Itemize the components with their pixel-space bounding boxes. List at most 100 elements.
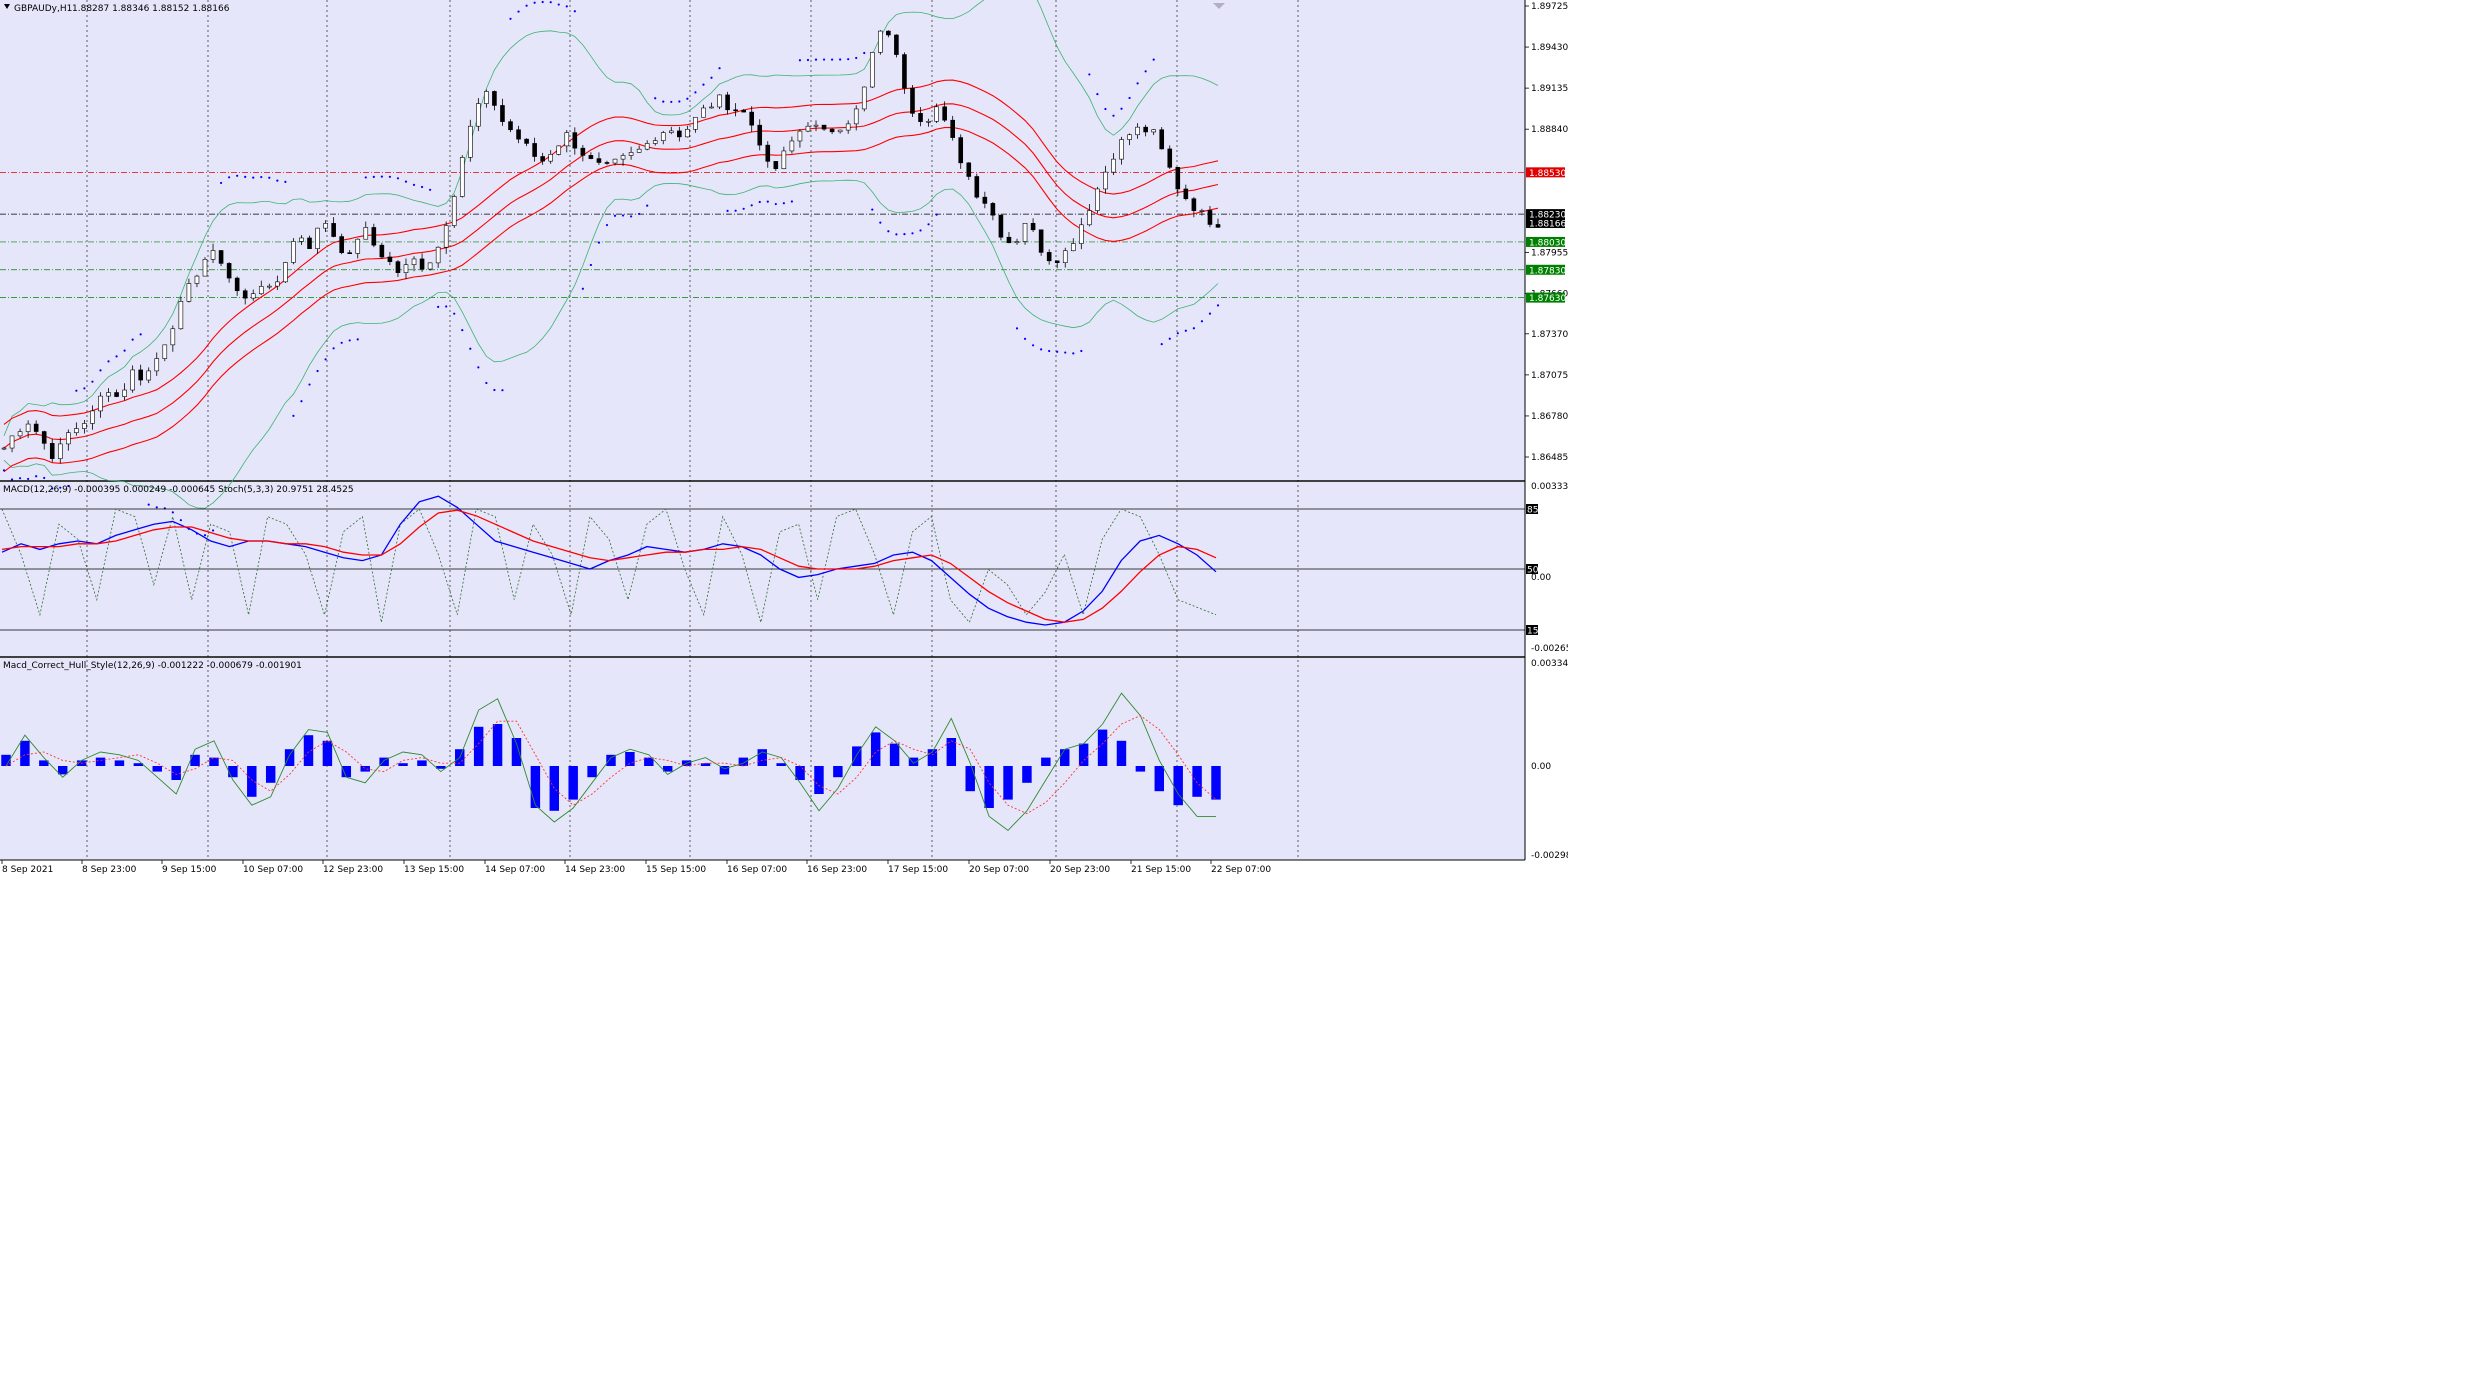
hull-histogram-bar xyxy=(1097,729,1108,766)
sar-dot xyxy=(1168,337,1171,340)
sar-dot xyxy=(750,204,753,207)
candle-body xyxy=(1183,188,1189,200)
candle-body xyxy=(49,443,55,459)
sar-dot xyxy=(2,469,6,472)
sar-dot xyxy=(1015,327,1019,330)
candle-body xyxy=(668,130,674,133)
sar-dot xyxy=(766,200,769,203)
sar-dot xyxy=(517,10,520,13)
hull-histogram-bar xyxy=(95,757,106,766)
sar-dot xyxy=(573,10,576,13)
hull-histogram-bar xyxy=(511,738,522,766)
candle-body xyxy=(725,94,730,111)
candle-body xyxy=(1046,252,1052,262)
sar-dot xyxy=(219,181,223,185)
sar-dot xyxy=(790,200,793,203)
candle-body xyxy=(395,261,401,273)
sar-dot xyxy=(911,232,914,235)
hull-histogram-bar xyxy=(965,766,975,792)
candle-body xyxy=(894,34,899,55)
candle-body xyxy=(355,238,361,254)
candle-body xyxy=(1087,210,1092,226)
sar-dot xyxy=(1216,304,1220,307)
time-tick-label: 14 Sep 23:00 xyxy=(565,865,625,875)
sar-dot xyxy=(678,100,681,103)
sar-dot xyxy=(1056,350,1059,353)
candle-body xyxy=(596,158,602,163)
candle-body xyxy=(1127,134,1132,140)
candle-body xyxy=(347,252,353,254)
sar-dot xyxy=(798,59,802,62)
candle-body xyxy=(580,147,586,156)
hull-histogram-bar xyxy=(20,740,30,766)
sar-dot xyxy=(557,3,560,6)
sar-dot xyxy=(1023,337,1027,340)
candle-body xyxy=(910,87,915,114)
candle-body xyxy=(387,256,393,262)
candle-body xyxy=(459,157,465,197)
hull-histogram-bar xyxy=(284,749,295,766)
sar-dot xyxy=(437,305,440,308)
hull-histogram-bar xyxy=(473,726,484,766)
candle-body xyxy=(918,113,923,122)
trading-chart[interactable]: 1.89725 1.89430 1.89135 1.88840 1.87955 1.876… xyxy=(0,0,1568,875)
candle-body xyxy=(234,277,240,292)
candle-body xyxy=(950,119,955,138)
sar-dot xyxy=(469,347,472,350)
hull-histogram-bar xyxy=(776,763,786,766)
sar-dot xyxy=(782,202,785,205)
sar-dot xyxy=(364,176,367,179)
candle-body xyxy=(242,290,248,299)
sar-dot xyxy=(268,176,271,179)
candle-body xyxy=(709,106,714,109)
candle-body xyxy=(853,108,859,125)
candle-body xyxy=(757,124,763,146)
hull-histogram-bar xyxy=(946,738,957,766)
candle-body xyxy=(90,410,95,424)
candle-body xyxy=(363,227,369,240)
candle-body xyxy=(733,109,738,112)
sar-dot xyxy=(686,97,689,100)
sar-dot xyxy=(340,341,343,344)
candle-body xyxy=(1207,210,1213,225)
sar-dot xyxy=(284,180,287,184)
sar-dot xyxy=(1104,107,1107,111)
candle-body xyxy=(693,116,698,130)
sar-dot xyxy=(43,476,46,480)
symbol-label: GBPAUDy,H1 xyxy=(14,4,72,14)
sar-dot xyxy=(1160,343,1163,346)
candle-body xyxy=(1095,188,1100,211)
sar-dot xyxy=(252,176,255,179)
candle-body xyxy=(773,161,779,170)
sar-dot xyxy=(300,400,303,403)
sar-dot xyxy=(822,58,826,61)
candle-body xyxy=(443,225,449,248)
candle-body xyxy=(749,111,754,126)
hull-histogram-bar xyxy=(568,766,578,800)
sar-dot xyxy=(107,360,110,363)
hull-histogram-bar xyxy=(1173,766,1183,806)
candle-body xyxy=(146,370,152,381)
candle-body xyxy=(114,392,119,397)
time-tick-label: 16 Sep 23:00 xyxy=(807,865,867,875)
candle-body xyxy=(1079,224,1084,244)
candle-body xyxy=(789,140,795,152)
hull-histogram-bar xyxy=(1135,766,1146,772)
hull-histogram-bar xyxy=(1192,766,1202,797)
candle-body xyxy=(837,129,843,133)
sar-dot xyxy=(927,223,930,226)
sar-dot xyxy=(445,305,448,308)
sar-dot xyxy=(718,67,721,70)
candle-body xyxy=(805,125,811,132)
time-tick-label: 21 Sep 15:00 xyxy=(1131,865,1191,875)
sar-dot xyxy=(396,177,400,180)
price-panel[interactable] xyxy=(0,0,1525,480)
candle-body xyxy=(588,155,594,159)
sar-dot xyxy=(404,180,408,183)
sar-dot xyxy=(453,312,456,315)
sar-dot xyxy=(123,349,126,352)
sar-dot xyxy=(533,1,536,4)
candle-body xyxy=(419,258,425,270)
candle-body xyxy=(942,106,947,121)
sar-dot xyxy=(1088,73,1091,76)
